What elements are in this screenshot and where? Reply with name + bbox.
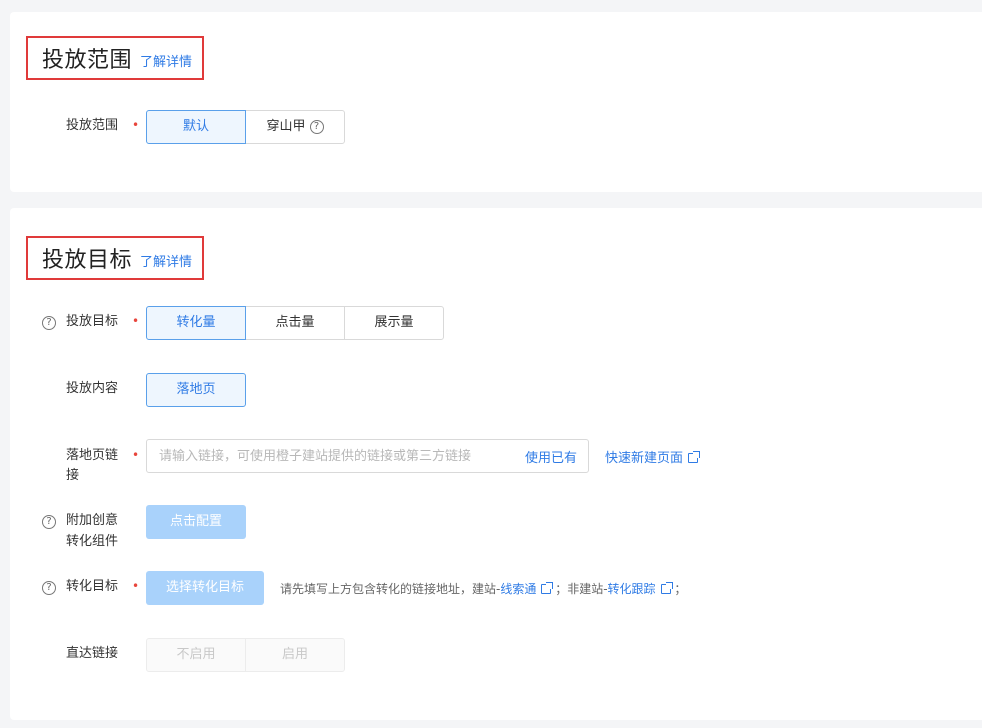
- direct-link-option-enable[interactable]: 启用: [245, 638, 345, 672]
- required-mark: •: [132, 314, 140, 328]
- external-link-icon: [541, 582, 554, 594]
- question-circle-icon[interactable]: ?: [42, 316, 56, 330]
- extra-component-label-line1: 附加创意: [66, 513, 119, 528]
- quick-create-page-link[interactable]: 快速新建页面: [605, 447, 701, 466]
- required-mark: •: [132, 579, 140, 593]
- required-mark: •: [132, 448, 140, 462]
- quick-create-page-label: 快速新建页面: [605, 451, 684, 466]
- required-mark: •: [132, 118, 140, 132]
- scope-card: 投放范围 了解详情 投放范围 • 默认 穿山甲 ?: [10, 12, 982, 192]
- content-field-label: 投放内容: [66, 381, 119, 396]
- content-segmented: 落地页: [146, 373, 246, 407]
- goal-card: 投放目标 了解详情 ? 投放目标 • 转化量 点击量 展示量 投放内容 落地页 …: [10, 208, 982, 720]
- hint-link-tracking[interactable]: 转化跟踪: [607, 582, 673, 596]
- landing-link-input-wrap: 使用已有: [146, 439, 589, 473]
- direct-link-label: 直达链接: [66, 646, 119, 661]
- hint-link-leads[interactable]: 线索通: [500, 582, 554, 596]
- goal-option-clicks[interactable]: 点击量: [245, 306, 345, 340]
- external-link-icon: [688, 451, 701, 463]
- hint-mid: ；非建站-: [555, 582, 608, 596]
- use-existing-link[interactable]: 使用已有: [525, 447, 588, 466]
- direct-link-option-disable[interactable]: 不启用: [146, 638, 246, 672]
- scope-option-default[interactable]: 默认: [146, 110, 246, 144]
- landing-link-label-line2: 接: [66, 468, 80, 483]
- content-option-landing-page[interactable]: 落地页: [146, 373, 246, 407]
- goal-section-header: 投放目标 了解详情: [26, 236, 205, 280]
- conversion-goal-hint: 请先填写上方包含转化的链接地址，建站-线索通 ；非建站-转化跟踪 ；: [280, 580, 686, 597]
- question-circle-icon[interactable]: ?: [42, 581, 56, 595]
- hint-prefix: 请先填写上方包含转化的链接地址，建站-: [280, 582, 501, 596]
- select-conversion-goal-button[interactable]: 选择转化目标: [146, 571, 264, 605]
- scope-segmented: 默认 穿山甲 ?: [146, 110, 345, 144]
- external-link-icon: [660, 582, 673, 594]
- scope-section-header: 投放范围 了解详情: [26, 36, 205, 80]
- question-circle-icon[interactable]: ?: [309, 120, 324, 134]
- goal-option-conversion[interactable]: 转化量: [146, 306, 246, 340]
- scope-field-label: 投放范围: [66, 118, 119, 133]
- direct-link-segmented: 不启用 启用: [146, 638, 345, 672]
- scope-option-pangle-label: 穿山甲: [266, 119, 306, 134]
- goal-option-impressions[interactable]: 展示量: [344, 306, 444, 340]
- goal-segmented: 转化量 点击量 展示量: [146, 306, 444, 340]
- configure-button[interactable]: 点击配置: [146, 505, 246, 539]
- goal-field-label: 投放目标: [66, 314, 119, 329]
- extra-component-label-line2: 转化组件: [66, 534, 119, 549]
- hint-link-leads-label: 线索通: [500, 582, 537, 596]
- goal-detail-link[interactable]: 了解详情: [140, 251, 192, 270]
- landing-link-label-line1: 落地页链: [66, 448, 119, 463]
- goal-section-title: 投放目标: [42, 248, 133, 273]
- scope-detail-link[interactable]: 了解详情: [140, 51, 192, 70]
- landing-link-input[interactable]: [147, 441, 525, 471]
- question-circle-icon[interactable]: ?: [42, 515, 56, 529]
- scope-section-title: 投放范围: [42, 48, 133, 73]
- conversion-goal-label: 转化目标: [66, 579, 119, 594]
- hint-suffix: ；: [674, 582, 687, 596]
- hint-link-tracking-label: 转化跟踪: [607, 582, 656, 596]
- scope-option-pangle[interactable]: 穿山甲 ?: [245, 110, 345, 144]
